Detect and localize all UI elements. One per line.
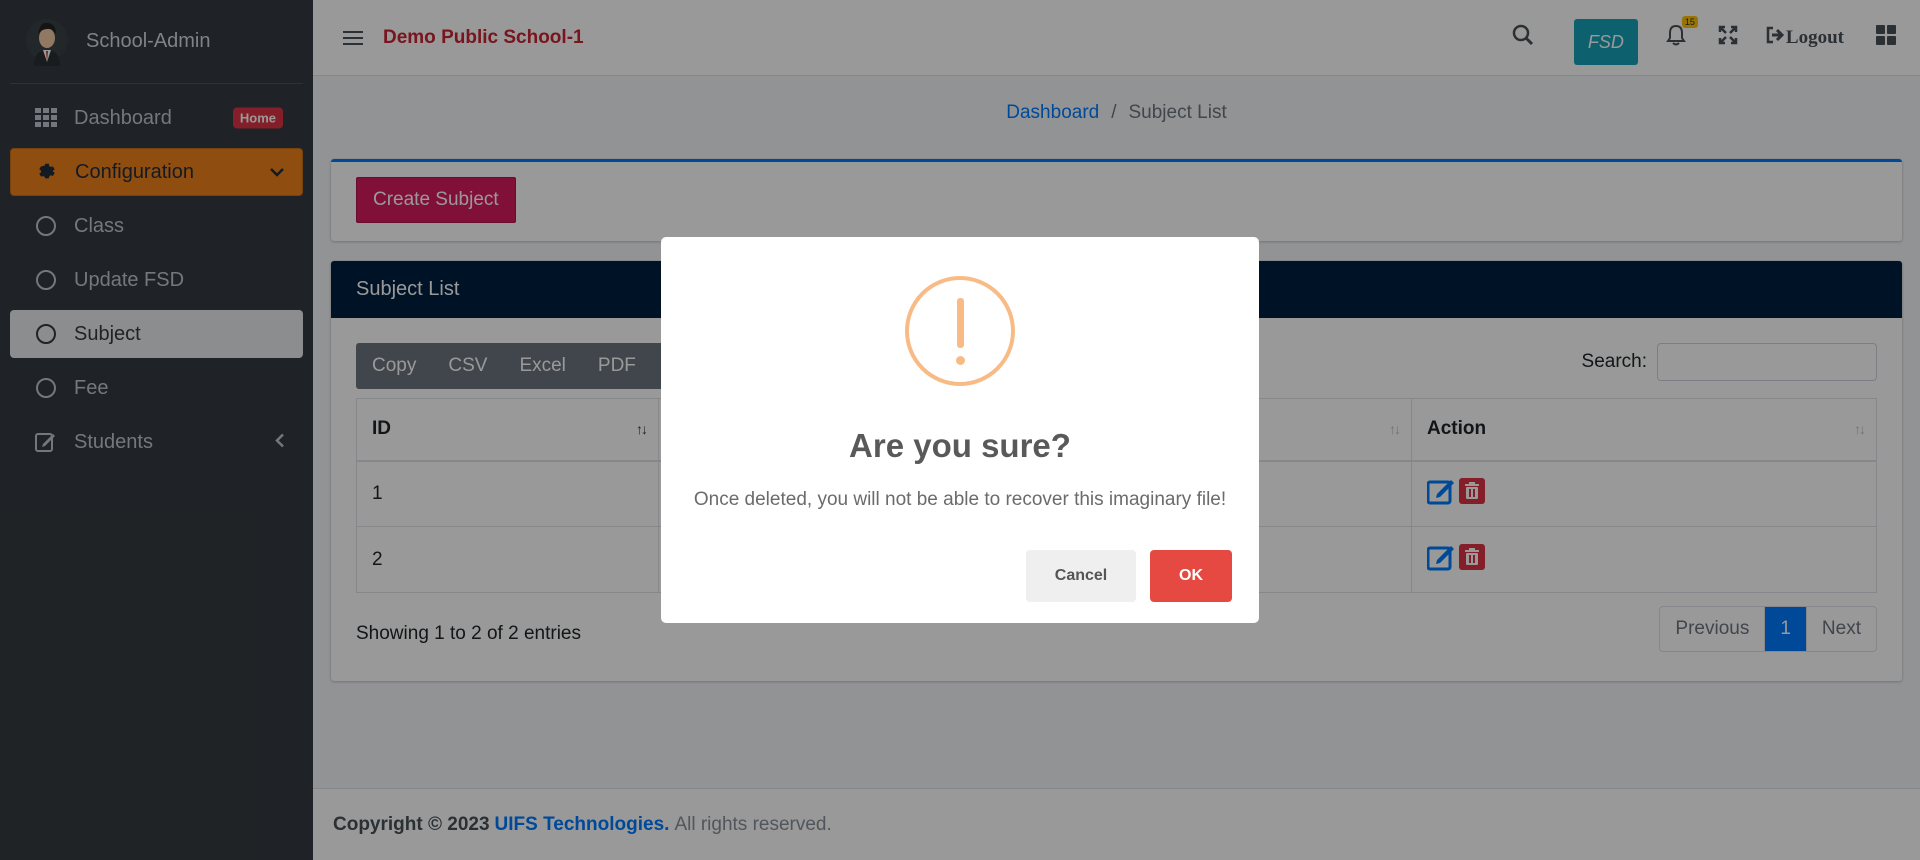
- dialog-title: Are you sure?: [849, 427, 1071, 464]
- dialog-message: Once deleted, you will not be able to re…: [693, 489, 1227, 510]
- cancel-button[interactable]: Cancel: [1026, 550, 1136, 602]
- warning-icon: [905, 276, 1015, 386]
- ok-button[interactable]: OK: [1150, 550, 1232, 602]
- confirm-dialog: Are you sure? Once deleted, you will not…: [661, 237, 1259, 623]
